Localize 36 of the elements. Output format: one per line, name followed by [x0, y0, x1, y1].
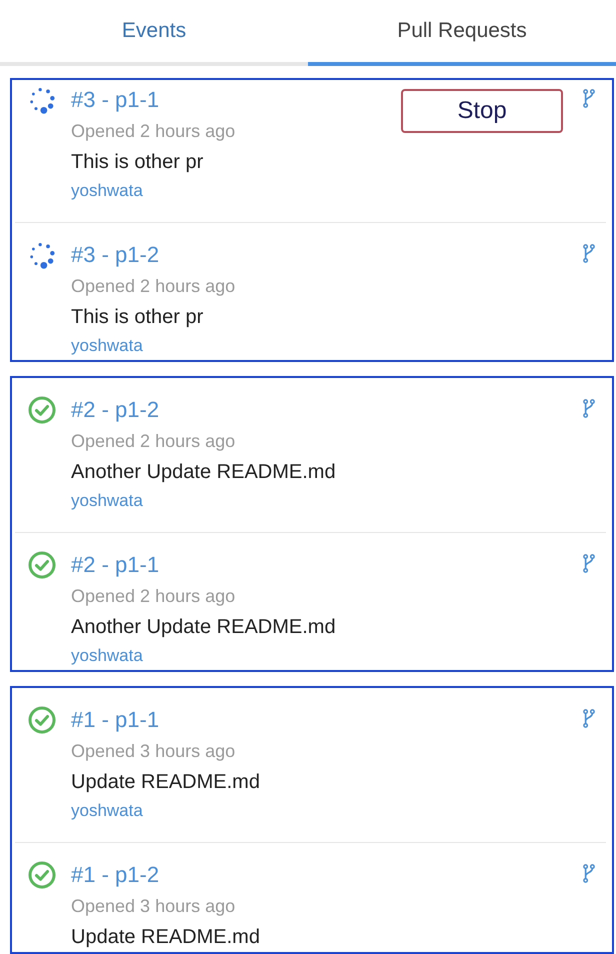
pull-request-title[interactable]: #1 - p1-2: [71, 860, 160, 890]
opened-time: Opened 2 hours ago: [71, 430, 236, 453]
branch-icon[interactable]: [583, 554, 595, 573]
opened-time: Opened 2 hours ago: [71, 585, 236, 608]
author-link[interactable]: yoshwata: [71, 332, 143, 360]
check-circle-icon: [28, 396, 56, 424]
spinner-icon: [28, 86, 56, 114]
branch-icon[interactable]: [583, 244, 595, 263]
pull-request-title[interactable]: #1 - p1-1: [71, 705, 160, 735]
branch-icon[interactable]: [583, 864, 595, 883]
author-link[interactable]: yoshwata: [71, 487, 143, 515]
author-link[interactable]: yoshwata: [71, 177, 143, 205]
opened-time: Opened 2 hours ago: [71, 275, 236, 298]
pull-request-title[interactable]: #2 - p1-1: [71, 550, 160, 580]
branch-icon[interactable]: [583, 399, 595, 418]
check-circle-icon: [28, 861, 56, 889]
branch-icon[interactable]: [583, 89, 595, 108]
author-link[interactable]: yoshwata: [71, 797, 143, 825]
opened-time: Opened 2 hours ago: [71, 120, 236, 143]
pull-request-title[interactable]: #3 - p1-1: [71, 85, 160, 115]
pull-request-description: Another Update README.md: [71, 460, 336, 484]
author-link[interactable]: yoshwata: [71, 642, 143, 670]
pull-request-description: Another Update README.md: [71, 615, 336, 639]
opened-time: Opened 3 hours ago: [71, 740, 236, 763]
pull-request-description: This is other pr: [71, 305, 204, 329]
pull-request-description: Update README.md: [71, 925, 260, 949]
pull-request-title[interactable]: #2 - p1-2: [71, 395, 160, 425]
check-circle-icon: [28, 551, 56, 579]
branch-icon[interactable]: [583, 709, 595, 728]
check-circle-icon: [28, 706, 56, 734]
stop-button[interactable]: Stop: [401, 89, 563, 133]
pull-request-description: This is other pr: [71, 150, 204, 174]
pull-request-description: Update README.md: [71, 770, 260, 794]
opened-time: Opened 3 hours ago: [71, 895, 236, 918]
pull-request-title[interactable]: #3 - p1-2: [71, 240, 160, 270]
spinner-icon: [28, 241, 56, 269]
